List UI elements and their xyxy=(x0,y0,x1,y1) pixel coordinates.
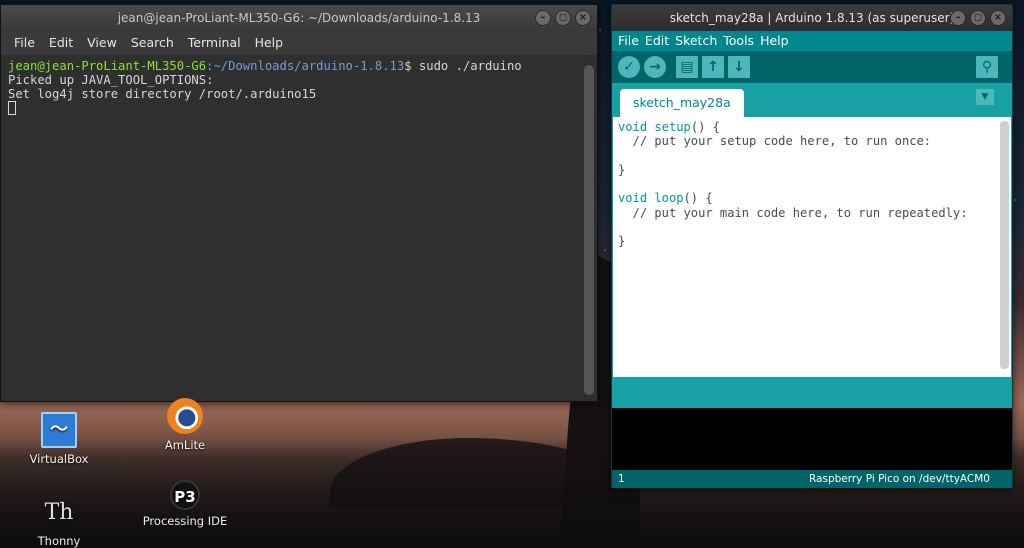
arduino-menubar: File Edit Sketch Tools Help xyxy=(612,31,1012,51)
terminal-line-3: Set log4j store directory /root/.arduino… xyxy=(8,87,317,101)
arduino-toolbar: ✓ → ▤ ↑ ↓ ⚲ xyxy=(612,51,1012,83)
terminal-menubar: File Edit View Search Terminal Help xyxy=(1,31,597,55)
menu-sketch[interactable]: Sketch xyxy=(672,31,720,51)
arduino-title: sketch_may28a | Arduino 1.8.13 (as super… xyxy=(669,11,955,25)
code-editor[interactable]: void setup() { // put your setup code he… xyxy=(613,117,1011,377)
code-comment: // put your setup code here, to run once… xyxy=(618,134,932,149)
thonny-icon: Th xyxy=(44,500,74,525)
save-icon[interactable]: ↓ xyxy=(728,56,750,78)
verify-icon[interactable]: ✓ xyxy=(618,56,640,78)
menu-terminal[interactable]: Terminal xyxy=(181,31,248,55)
virtualbox-icon: 〜 xyxy=(41,412,77,448)
upload-icon[interactable]: → xyxy=(644,56,666,78)
code-text: void setup() { // put your setup code he… xyxy=(618,120,968,249)
code-brace: } xyxy=(618,234,626,249)
message-bar xyxy=(612,377,1012,408)
status-line-number: 1 xyxy=(618,473,625,485)
menu-file[interactable]: File xyxy=(615,31,642,51)
sketch-tabs: sketch_may28a ▼ xyxy=(612,83,1012,117)
menu-help[interactable]: Help xyxy=(248,31,291,55)
menu-tools[interactable]: Tools xyxy=(720,31,757,51)
menu-help[interactable]: Help xyxy=(757,31,792,51)
scrollbar-thumb[interactable] xyxy=(584,65,594,395)
code-paren: () { xyxy=(690,120,720,134)
terminal-title: jean@jean-ProLiant-ML350-G6: ~/Downloads… xyxy=(117,11,481,25)
desktop-icon-label: Thonny xyxy=(37,534,81,548)
console-output[interactable] xyxy=(612,408,1012,470)
arduino-titlebar[interactable]: sketch_may28a | Arduino 1.8.13 (as super… xyxy=(612,5,1012,31)
arduino-window[interactable]: sketch_may28a | Arduino 1.8.13 (as super… xyxy=(611,4,1013,488)
menu-edit[interactable]: Edit xyxy=(42,31,80,55)
editor-scrollbar[interactable] xyxy=(1000,121,1009,369)
terminal-window[interactable]: jean@jean-ProLiant-ML350-G6: ~/Downloads… xyxy=(0,4,598,402)
terminal-scrollbar[interactable] xyxy=(584,65,594,395)
code-keyword: void xyxy=(618,120,648,134)
prompt-user: jean@jean-ProLiant-ML350-G6 xyxy=(8,59,207,73)
terminal-output[interactable]: jean@jean-ProLiant-ML350-G6:~/Downloads/… xyxy=(1,55,583,401)
minimize-icon[interactable]: – xyxy=(535,10,551,26)
menu-search[interactable]: Search xyxy=(124,31,181,55)
maximize-icon[interactable]: ◻ xyxy=(555,10,571,26)
code-paren: () { xyxy=(683,191,713,206)
code-brace: } xyxy=(618,162,626,177)
code-comment: // put your main code here, to run repea… xyxy=(618,205,968,220)
tab-sketch[interactable]: sketch_may28a xyxy=(620,89,744,117)
close-icon[interactable]: × xyxy=(990,10,1006,26)
scrollbar-thumb[interactable] xyxy=(1000,121,1009,369)
open-icon[interactable]: ↑ xyxy=(702,56,724,78)
new-icon[interactable]: ▤ xyxy=(676,56,698,78)
desktop-icon-processing[interactable]: P3 Processing IDE xyxy=(140,480,230,528)
terminal-titlebar[interactable]: jean@jean-ProLiant-ML350-G6: ~/Downloads… xyxy=(1,5,597,31)
desktop-icon-label: AmLite xyxy=(164,438,206,452)
terminal-line-2: Picked up JAVA_TOOL_OPTIONS: xyxy=(8,73,214,87)
maximize-icon[interactable]: ◻ xyxy=(970,10,986,26)
minimize-icon[interactable]: – xyxy=(950,10,966,26)
menu-file[interactable]: File xyxy=(7,31,42,55)
desktop-icon-label: Processing IDE xyxy=(142,514,228,528)
status-board: Raspberry Pi Pico on /dev/ttyACM0 xyxy=(808,473,990,485)
prompt-path: :~/Downloads/arduino-1.8.13 xyxy=(206,59,405,73)
tab-menu-icon[interactable]: ▼ xyxy=(976,89,994,105)
prompt-command: $ sudo ./arduino xyxy=(404,59,522,73)
blender-icon xyxy=(167,398,203,434)
desktop-icon-thonny[interactable]: Th Thonny xyxy=(14,496,104,548)
close-icon[interactable]: × xyxy=(575,10,591,26)
desktop-icon-virtualbox[interactable]: 〜 VirtualBox xyxy=(14,412,104,466)
menu-edit[interactable]: Edit xyxy=(642,31,672,51)
status-bar: 1 Raspberry Pi Pico on /dev/ttyACM0 xyxy=(612,470,1012,488)
menu-view[interactable]: View xyxy=(80,31,124,55)
processing-icon: P3 xyxy=(170,480,200,510)
code-keyword: void xyxy=(618,191,648,206)
code-function: setup xyxy=(654,120,691,134)
text-cursor xyxy=(8,101,16,115)
code-function: loop xyxy=(654,191,684,206)
serial-monitor-icon[interactable]: ⚲ xyxy=(976,56,998,78)
desktop-icon-amlite[interactable]: AmLite xyxy=(140,398,230,452)
desktop-icon-label: VirtualBox xyxy=(29,452,89,466)
